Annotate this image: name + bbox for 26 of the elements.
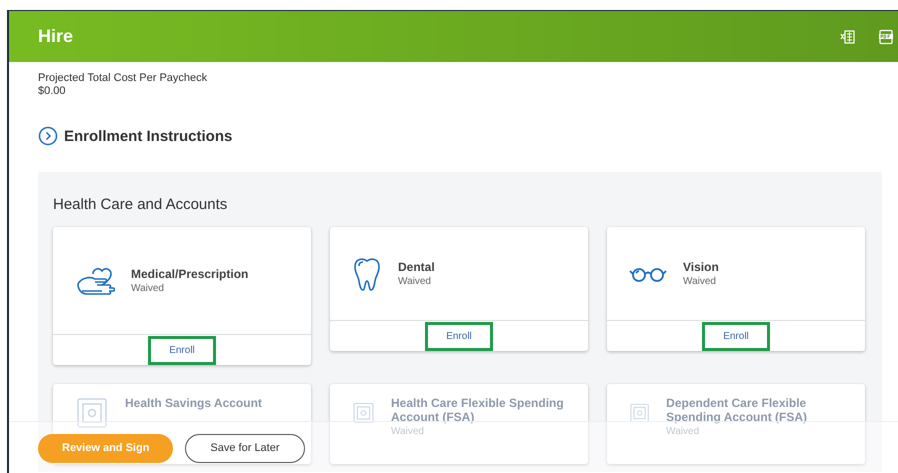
page-title: Hire xyxy=(38,26,74,47)
enroll-button[interactable]: Enroll xyxy=(148,336,216,364)
card-title: Dental xyxy=(398,260,435,274)
card-title: Medical/Prescription xyxy=(131,267,248,281)
status-text: Waived xyxy=(666,426,700,437)
status-text: Waived xyxy=(398,276,432,287)
section-title: Health Care and Accounts xyxy=(53,196,228,213)
enroll-button[interactable]: Enroll xyxy=(702,322,770,350)
status-text: Waived xyxy=(390,426,425,437)
enroll-button[interactable]: Enroll xyxy=(425,322,493,350)
status-text: Waived xyxy=(683,276,717,287)
expand-chevron-icon[interactable] xyxy=(38,126,58,146)
card-title: Health Care Flexible Spending Account (FSA) xyxy=(390,396,565,424)
eyeglasses-icon xyxy=(629,266,667,282)
save-button[interactable]: Save for Later xyxy=(185,434,305,462)
card-title: Health Savings Account xyxy=(125,396,262,410)
card-title: Dependent Care Flexible Spending Account (FSA) xyxy=(666,396,808,424)
tooth-icon xyxy=(352,256,382,292)
safe-icon xyxy=(75,396,109,430)
pdf-export-icon[interactable] xyxy=(878,28,894,44)
status-text: Waived xyxy=(131,283,165,294)
card-title: Vision xyxy=(683,260,719,274)
cost-label: Projected Total Cost Per Paycheck xyxy=(38,72,208,85)
section-link[interactable]: Enrollment Instructions xyxy=(64,128,232,144)
spreadsheet-export-icon[interactable] xyxy=(840,28,856,44)
cost-value: $0.00 xyxy=(38,85,67,98)
